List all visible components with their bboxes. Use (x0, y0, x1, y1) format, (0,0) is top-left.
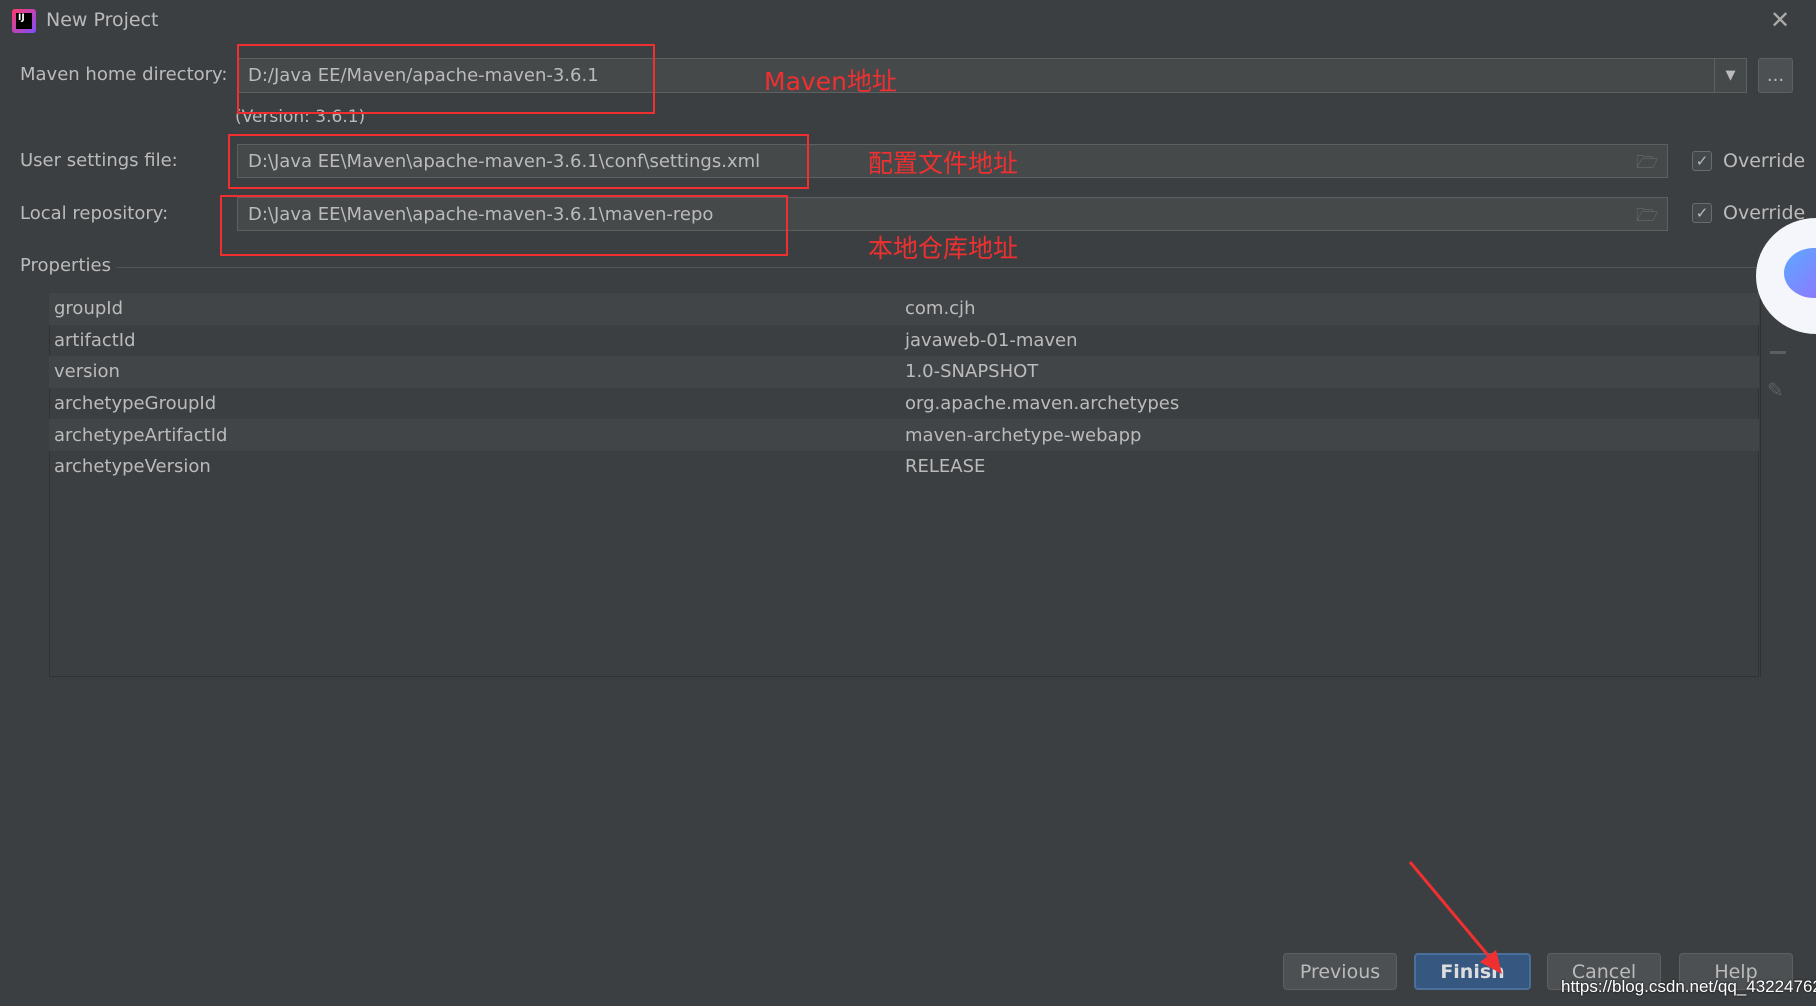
local-repo-override-checkbox[interactable]: ✓ (1692, 203, 1712, 223)
table-toolbar: ✎ (1760, 293, 1796, 677)
properties-title: Properties (20, 255, 111, 276)
property-value[interactable]: javaweb-01-maven (905, 325, 1759, 357)
remove-icon[interactable] (1770, 351, 1786, 354)
table-row[interactable]: archetypeArtifactId maven-archetype-webap… (49, 419, 1759, 451)
property-key: archetypeVersion (54, 456, 211, 478)
folder-icon[interactable]: 🗁 (1636, 150, 1658, 180)
properties-table: groupId com.cjh artifactId javaweb-01-maven… (49, 293, 1759, 483)
property-key: archetypeGroupId (54, 393, 217, 415)
divider (116, 267, 1761, 268)
local-repo-override-label: Override (1723, 202, 1806, 224)
table-row[interactable]: archetypeGroupId org.apache.maven.archety… (49, 388, 1759, 420)
maven-home-label: Maven home directory: (20, 64, 228, 85)
property-key: groupId (54, 298, 124, 320)
property-key: archetypeArtifactId (54, 424, 228, 446)
table-row[interactable]: archetypeVersion RELEASE (49, 451, 1759, 483)
browse-button[interactable]: ... (1758, 58, 1793, 93)
previous-button[interactable]: Previous (1283, 953, 1397, 990)
chevron-down-icon: ▼ (1725, 68, 1736, 83)
property-value[interactable]: 1.0-SNAPSHOT (905, 356, 1759, 388)
table-row[interactable]: artifactId javaweb-01-maven (49, 325, 1759, 357)
folder-icon[interactable]: 🗁 (1636, 203, 1658, 233)
window-title: New Project (46, 9, 159, 31)
table-row[interactable]: version 1.0-SNAPSHOT (49, 356, 1759, 388)
maven-home-input[interactable]: D:/Java EE/Maven/apache-maven-3.6.1 (237, 58, 1715, 93)
watermark: https://blog.csdn.net/qq_43224762 (1561, 977, 1816, 996)
property-key: artifactId (54, 329, 136, 351)
maven-version: (Version: 3.6.1) (235, 107, 366, 127)
maven-home-dropdown[interactable]: ▼ (1714, 58, 1747, 93)
user-settings-label: User settings file: (20, 150, 178, 171)
property-value[interactable]: com.cjh (905, 293, 1759, 325)
close-icon[interactable]: ✕ (1770, 6, 1790, 34)
local-repo-label: Local repository: (20, 203, 169, 224)
table-row[interactable]: groupId com.cjh (49, 293, 1759, 325)
property-value[interactable]: maven-archetype-webapp (905, 419, 1759, 451)
user-settings-override-label: Override (1723, 150, 1806, 172)
annotation-maven: Maven地址 (764, 67, 897, 96)
annotation-settings: 配置文件地址 (868, 149, 1019, 178)
property-value[interactable]: RELEASE (905, 451, 1759, 483)
property-value[interactable]: org.apache.maven.archetypes (905, 388, 1759, 420)
edit-icon[interactable]: ✎ (1767, 378, 1784, 402)
user-settings-override-checkbox[interactable]: ✓ (1692, 151, 1712, 171)
annotation-repo: 本地仓库地址 (868, 234, 1019, 263)
finish-button[interactable]: Finish (1414, 953, 1531, 990)
app-icon: IJ (12, 9, 36, 33)
local-repo-input[interactable]: D:\Java EE\Maven\apache-maven-3.6.1\mave… (237, 197, 1668, 231)
property-key: version (54, 361, 120, 383)
